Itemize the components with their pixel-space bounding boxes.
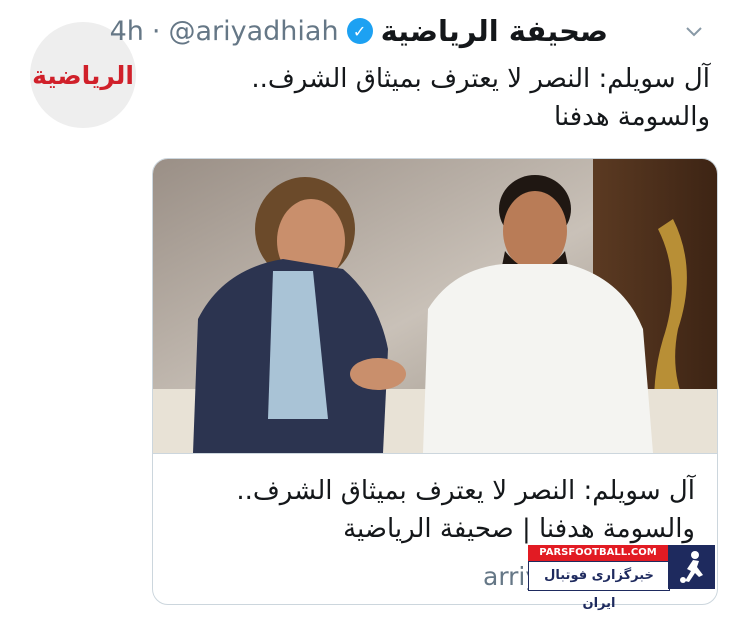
- card-image[interactable]: [153, 159, 717, 453]
- separator-dot: ·: [151, 15, 161, 47]
- link-card[interactable]: آل سويلم: النصر لا يعترف بميثاق الشرف.. …: [152, 158, 718, 605]
- watermark-site: PARSFOOTBALL.COM: [528, 545, 668, 561]
- author-line: صحيفة الرياضية ✓ @ariyadhiah · 4h: [110, 14, 608, 48]
- verified-badge-icon: ✓: [346, 18, 373, 44]
- watermark: PARSFOOTBALL.COM خبرگزاری فوتبال ایران: [528, 545, 715, 611]
- tweet-header: صحيفة الرياضية ✓ @ariyadhiah · 4h: [110, 14, 718, 58]
- timestamp[interactable]: 4h: [110, 16, 144, 47]
- tweet-text: آل سويلم: النصر لا يعترف بميثاق الشرف.. …: [251, 64, 710, 132]
- watermark-tagline: خبرگزاری فوتبال ایران: [528, 561, 670, 611]
- chevron-down-icon[interactable]: [680, 20, 708, 48]
- football-player-icon: [668, 545, 715, 589]
- tweet[interactable]: الرياضية صحيفة الرياضية ✓ @ariyadhiah · …: [0, 0, 730, 611]
- card-title: آل سويلم: النصر لا يعترف بميثاق الشرف.. …: [236, 476, 695, 544]
- display-name[interactable]: صحيفة الرياضية: [381, 14, 608, 48]
- avatar-logo: الرياضية: [32, 60, 134, 90]
- user-handle[interactable]: @ariyadhiah: [168, 16, 338, 47]
